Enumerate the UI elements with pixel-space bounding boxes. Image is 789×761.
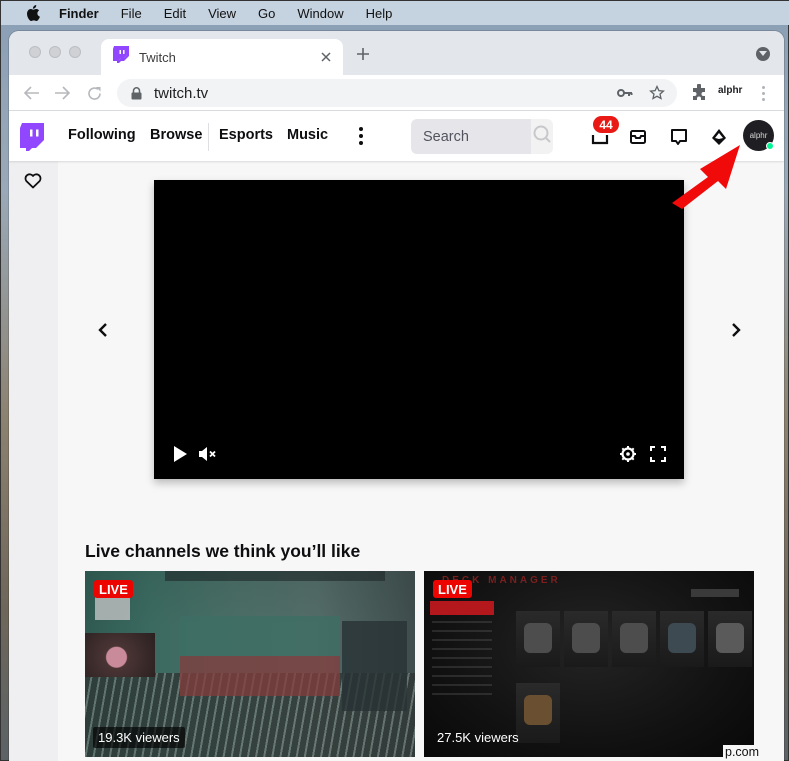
menu-file[interactable]: File	[121, 6, 142, 21]
thumbnail-card	[564, 611, 608, 667]
close-window-button[interactable]	[29, 46, 41, 58]
key-icon[interactable]	[617, 86, 633, 100]
thumbnail-killfeed	[342, 621, 407, 711]
watermark-text: p.com	[723, 745, 762, 759]
twitch-logo-icon[interactable]	[20, 123, 46, 151]
thumbnail-card	[660, 611, 704, 667]
nav-divider	[208, 123, 209, 151]
heart-icon[interactable]	[24, 173, 42, 189]
close-tab-icon[interactable]	[319, 50, 333, 64]
notification-badge: 44	[593, 116, 619, 133]
forward-icon[interactable]	[53, 84, 71, 102]
more-menu-icon[interactable]	[358, 127, 364, 145]
address-bar[interactable]: twitch.tv	[117, 79, 677, 107]
nav-esports[interactable]: Esports	[219, 127, 273, 143]
lock-icon[interactable]	[130, 86, 142, 100]
channel-card[interactable]: LIVE 19.3K viewers	[85, 571, 415, 757]
macos-menu-bar: Finder File Edit View Go Window Help	[1, 1, 789, 25]
menu-window[interactable]: Window	[297, 6, 343, 21]
menu-help[interactable]: Help	[366, 6, 393, 21]
fullscreen-icon[interactable]	[649, 445, 667, 463]
nav-music[interactable]: Music	[287, 127, 328, 143]
menu-view[interactable]: View	[208, 6, 236, 21]
thumbnail-webcam	[85, 633, 155, 677]
thumbnail-card	[708, 611, 752, 667]
online-status-dot	[766, 142, 774, 150]
url-text: twitch.tv	[154, 84, 209, 102]
search-input[interactable]: Search	[411, 119, 531, 154]
viewer-count: 27.5K viewers	[437, 730, 519, 745]
nav-following[interactable]: Following	[68, 127, 136, 143]
back-icon[interactable]	[23, 84, 41, 102]
main-content: Live channels we think you’ll like LIVE …	[9, 161, 784, 761]
settings-icon[interactable]	[619, 445, 637, 463]
reload-icon[interactable]	[85, 84, 103, 102]
thumbnail-deck-header	[430, 601, 494, 615]
new-tab-icon[interactable]	[353, 44, 373, 64]
featured-video-player[interactable]	[154, 180, 684, 479]
search-button[interactable]	[531, 119, 553, 154]
live-badge: LIVE	[433, 580, 472, 598]
menu-go[interactable]: Go	[258, 6, 275, 21]
thumbnail-scoreboard	[180, 616, 340, 696]
menu-finder[interactable]: Finder	[59, 6, 99, 21]
menu-edit[interactable]: Edit	[164, 6, 186, 21]
twitch-icon	[113, 46, 129, 68]
carousel-prev-icon[interactable]	[96, 322, 110, 338]
thumbnail-deck-list	[432, 621, 492, 701]
thumbnail-card	[516, 611, 560, 667]
nav-browse[interactable]: Browse	[150, 127, 202, 143]
tab-twitch[interactable]: Twitch	[101, 39, 343, 75]
apple-icon[interactable]	[23, 5, 43, 21]
window-controls	[29, 46, 81, 58]
profile-label[interactable]: alphr	[718, 85, 742, 96]
kebab-menu-icon[interactable]	[760, 84, 766, 102]
thumbnail-hud	[165, 571, 385, 581]
section-title: Live channels we think you’ll like	[85, 541, 361, 561]
thumbnail-card	[612, 611, 656, 667]
tab-strip: Twitch	[9, 31, 784, 75]
star-icon[interactable]	[649, 84, 665, 101]
search-icon	[532, 124, 552, 149]
viewer-count: 19.3K viewers	[93, 727, 185, 748]
channel-card[interactable]: DECK MANAGER LIVE 27.5K viewers	[424, 571, 754, 757]
avatar-text: alphr	[749, 131, 768, 140]
annotation-arrow-icon	[672, 145, 740, 209]
tab-search-icon[interactable]	[756, 47, 770, 61]
live-badge: LIVE	[94, 580, 133, 598]
tab-title: Twitch	[139, 49, 176, 65]
extensions-icon[interactable]	[690, 83, 708, 102]
inbox-icon[interactable]	[628, 127, 648, 147]
minimize-window-button[interactable]	[49, 46, 61, 58]
thumbnail-searchbar	[691, 589, 739, 597]
carousel-next-icon[interactable]	[729, 322, 743, 338]
play-icon[interactable]	[171, 445, 189, 463]
browser-toolbar: twitch.tv alphr	[9, 75, 784, 111]
side-nav	[9, 161, 58, 761]
mute-icon[interactable]	[199, 445, 217, 463]
zoom-window-button[interactable]	[69, 46, 81, 58]
